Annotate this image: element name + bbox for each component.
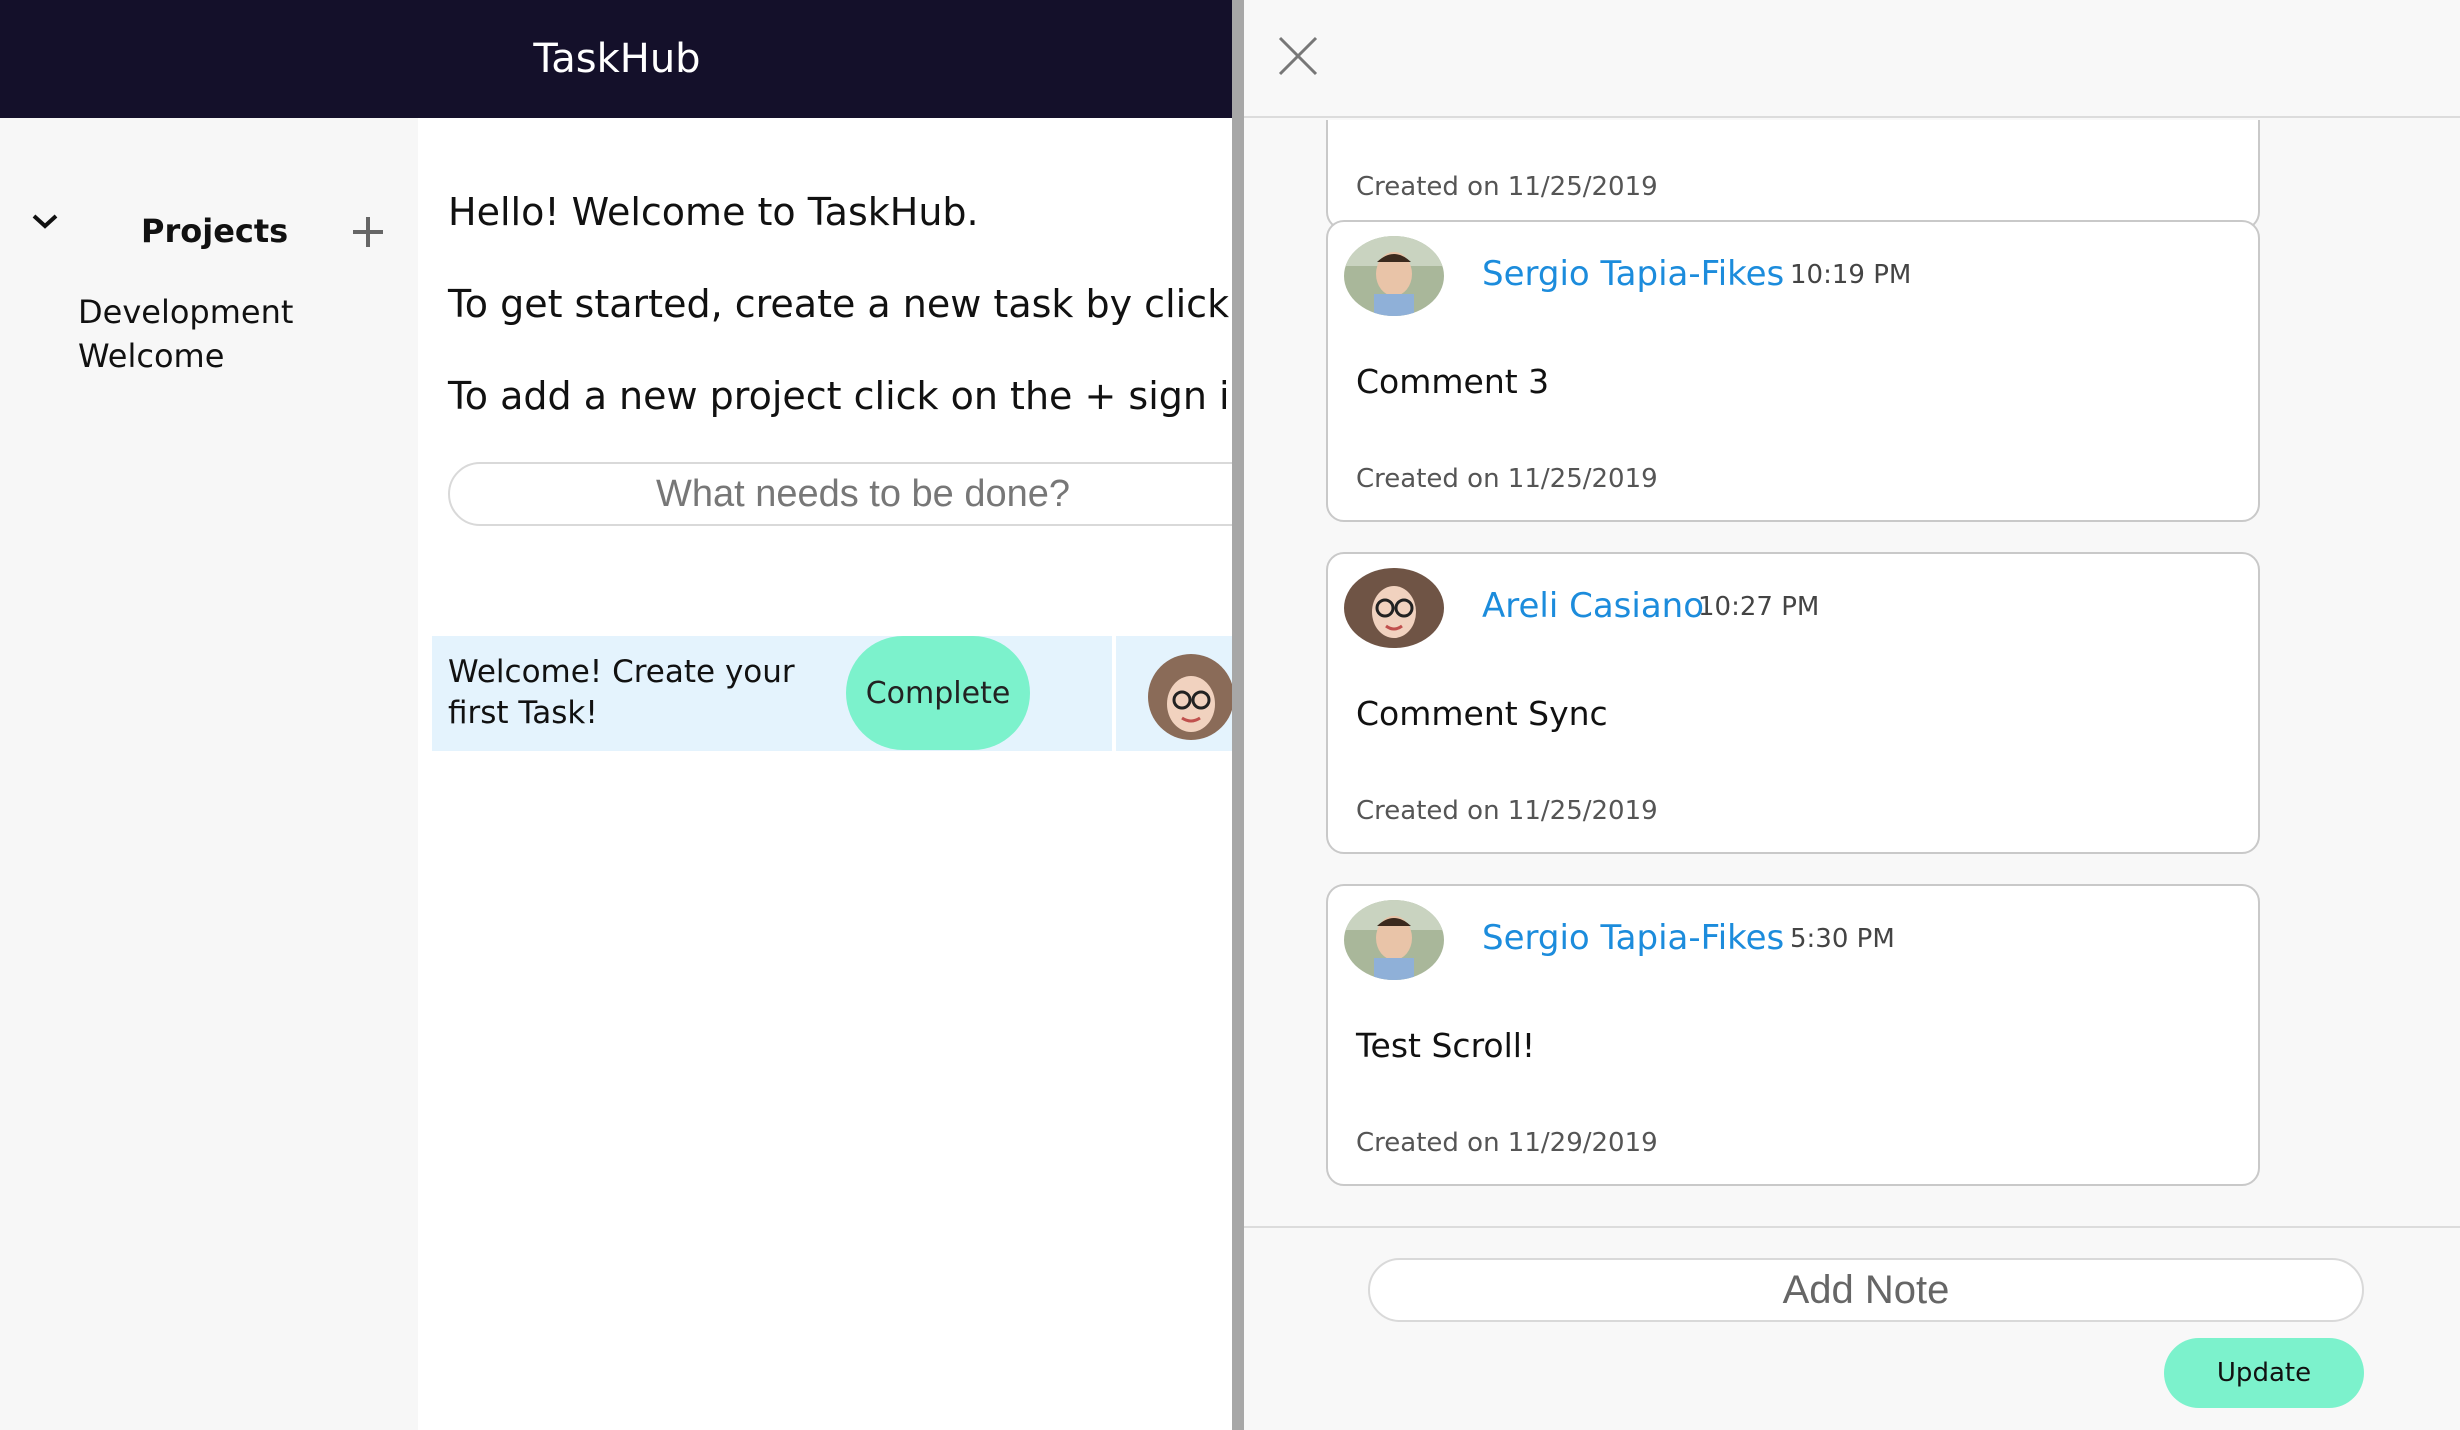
complete-button[interactable]: Complete <box>846 636 1030 750</box>
intro-line-create-task: To get started, create a new task by cli… <box>448 282 1315 326</box>
plus-icon[interactable] <box>350 214 386 250</box>
intro-line-add-project: To add a new project click on the + sign… <box>448 374 1305 418</box>
comment-created-date: Created on 11/29/2019 <box>1356 1128 1658 1158</box>
comment-created-date: Created on 11/25/2019 <box>1356 796 1658 826</box>
comment-author[interactable]: Sergio Tapia-Fikes <box>1482 254 1784 294</box>
new-task-input[interactable] <box>448 462 1278 526</box>
comment-author[interactable]: Areli Casiano <box>1482 586 1704 626</box>
projects-heading: Projects <box>141 212 289 250</box>
comment-card: Sergio Tapia-Fikes 10:19 PM Comment 3 Cr… <box>1326 220 2260 522</box>
intro-line-welcome: Hello! Welcome to TaskHub. <box>448 190 979 234</box>
project-item-development[interactable]: Development <box>78 290 293 334</box>
add-note-input[interactable] <box>1368 1258 2364 1322</box>
avatar <box>1148 654 1234 740</box>
update-button[interactable]: Update <box>2164 1338 2364 1408</box>
comment-time: 10:19 PM <box>1790 260 1912 290</box>
comment-time: 5:30 PM <box>1790 924 1895 954</box>
drawer-header <box>1244 0 2460 118</box>
project-list: Development Welcome <box>78 290 293 378</box>
comment-card: Created on 11/25/2019 <box>1326 120 2260 230</box>
comment-created-date: Created on 11/25/2019 <box>1356 172 1658 202</box>
panel-divider[interactable] <box>1232 0 1244 1430</box>
comment-body: Test Scroll! <box>1356 1026 1536 1065</box>
comment-created-date: Created on 11/25/2019 <box>1356 464 1658 494</box>
comment-time: 10:27 PM <box>1698 592 1820 622</box>
comment-body: Comment Sync <box>1356 694 1608 733</box>
avatar <box>1344 236 1444 316</box>
close-icon[interactable] <box>1276 34 1320 78</box>
avatar <box>1344 900 1444 980</box>
comment-card: Areli Casiano 10:27 PM Comment Sync Crea… <box>1326 552 2260 854</box>
comment-card: Sergio Tapia-Fikes 5:30 PM Test Scroll! … <box>1326 884 2260 1186</box>
app-title: TaskHub <box>533 36 701 82</box>
chevron-down-icon[interactable] <box>30 210 60 234</box>
comment-author[interactable]: Sergio Tapia-Fikes <box>1482 918 1784 958</box>
footer-divider <box>1244 1226 2460 1228</box>
project-item-welcome[interactable]: Welcome <box>78 334 293 378</box>
task-title: Welcome! Create your first Task! <box>448 654 795 731</box>
comments-list[interactable]: Created on 11/25/2019 Sergio Tapia-Fikes… <box>1244 120 2460 1226</box>
comment-body: Comment 3 <box>1356 362 1550 401</box>
avatar <box>1344 568 1444 648</box>
app-header: TaskHub <box>0 0 1234 118</box>
